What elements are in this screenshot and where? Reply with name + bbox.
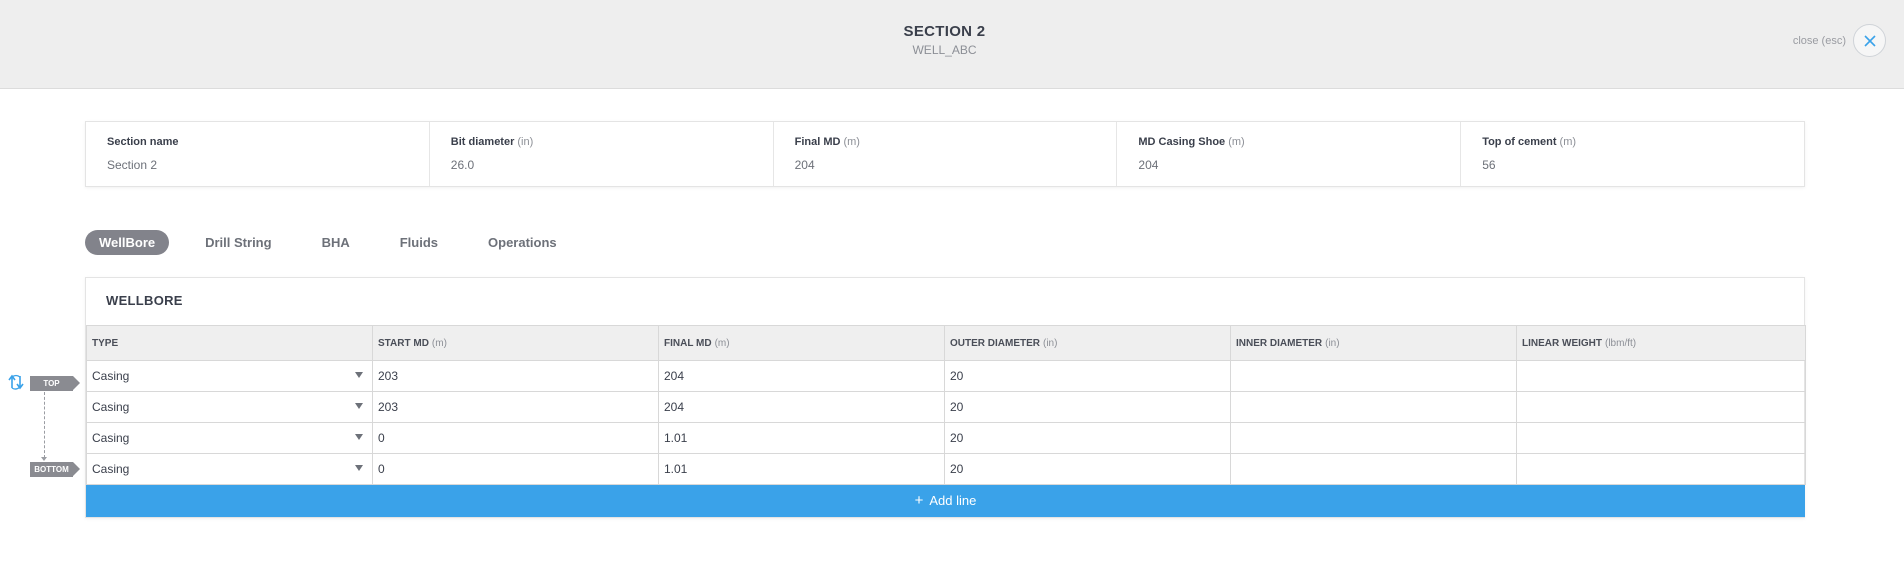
section-summary: Section name Section 2 Bit diameter (in) …	[85, 121, 1805, 187]
dropdown-arrow-icon	[355, 403, 363, 409]
summary-label: Top of cement	[1482, 136, 1557, 148]
summary-md-casing-shoe: MD Casing Shoe (m) 204	[1117, 122, 1462, 186]
summary-unit: (m)	[1228, 136, 1245, 148]
add-line-label: Add line	[929, 493, 977, 508]
linear-weight-cell[interactable]	[1516, 391, 1806, 423]
summary-label: Bit diameter	[450, 136, 515, 148]
summary-value: 56	[1482, 158, 1496, 172]
start-md-cell[interactable]: 0	[372, 453, 659, 485]
close-button[interactable]	[1853, 24, 1886, 57]
summary-label: Section name	[107, 136, 179, 148]
tab-fluids[interactable]: Fluids	[386, 230, 452, 255]
column-header-inner-diameter[interactable]: INNER DIAMETER (in)	[1230, 325, 1517, 361]
inner-diameter-cell[interactable]	[1230, 453, 1517, 485]
outer-diameter-cell[interactable]: 20	[944, 453, 1231, 485]
tab-bha[interactable]: BHA	[308, 230, 364, 255]
dropdown-arrow-icon	[355, 465, 363, 471]
panel-title: WELLBORE	[106, 293, 183, 308]
section-tabs: WellBore Drill String BHA Fluids Operati…	[85, 230, 593, 255]
table-row: Casing 0 1.01 20	[86, 453, 1806, 485]
summary-value: Section 2	[107, 158, 158, 172]
type-select[interactable]: Casing	[86, 453, 373, 485]
dropdown-arrow-icon	[355, 372, 363, 378]
linear-weight-cell[interactable]	[1516, 422, 1806, 454]
summary-unit: (m)	[1559, 136, 1577, 148]
column-header-final-md[interactable]: FINAL MD (m)	[658, 325, 945, 361]
page-title: SECTION 2	[903, 23, 986, 40]
type-select[interactable]: Casing	[86, 422, 373, 454]
tab-drill-string[interactable]: Drill String	[191, 230, 285, 255]
table-row: Casing 203 204 20	[86, 391, 1806, 423]
final-md-cell[interactable]: 204	[658, 360, 945, 392]
tab-wellbore[interactable]: WellBore	[85, 230, 170, 255]
summary-final-md: Final MD (m) 204	[774, 122, 1118, 186]
table-row: Casing 203 204 20	[86, 360, 1806, 392]
outer-diameter-cell[interactable]: 20	[944, 422, 1231, 454]
summary-value: 26.0	[450, 158, 475, 172]
start-md-cell[interactable]: 203	[372, 391, 659, 423]
start-md-cell[interactable]: 0	[372, 422, 659, 454]
inner-diameter-cell[interactable]	[1230, 360, 1517, 392]
inner-diameter-cell[interactable]	[1230, 422, 1517, 454]
summary-bit-diameter: Bit diameter (in) 26.0	[430, 122, 774, 186]
add-line-button[interactable]: + Add line	[86, 485, 1805, 517]
summary-section-name: Section name Section 2	[86, 122, 430, 186]
type-select[interactable]: Casing	[86, 391, 373, 423]
well-subtitle: WELL_ABC	[912, 43, 977, 57]
summary-top-of-cement: Top of cement (m) 56	[1461, 122, 1804, 186]
linear-weight-cell[interactable]	[1516, 453, 1806, 485]
marker-connector	[41, 392, 47, 461]
start-md-cell[interactable]: 203	[372, 360, 659, 392]
type-select[interactable]: Casing	[86, 360, 373, 392]
section-header: SECTION 2 WELL_ABC close (esc)	[0, 0, 1904, 89]
summary-value: 204	[1138, 158, 1159, 172]
final-md-cell[interactable]: 1.01	[658, 422, 945, 454]
column-header-type[interactable]: TYPE	[86, 325, 373, 361]
plus-icon: +	[914, 492, 924, 509]
summary-value: 204	[794, 158, 815, 172]
final-md-cell[interactable]: 1.01	[658, 453, 945, 485]
summary-label: MD Casing Shoe	[1138, 136, 1226, 148]
close-label: close (esc)	[1792, 35, 1846, 47]
dropdown-arrow-icon	[355, 434, 363, 440]
top-marker: TOP	[30, 376, 80, 391]
linear-weight-cell[interactable]	[1516, 360, 1806, 392]
summary-unit: (m)	[843, 136, 860, 148]
outer-diameter-cell[interactable]: 20	[944, 360, 1231, 392]
close-icon	[1864, 35, 1876, 47]
column-header-outer-diameter[interactable]: OUTER DIAMETER (in)	[944, 325, 1231, 361]
column-header-start-md[interactable]: START MD (m)	[372, 325, 659, 361]
outer-diameter-cell[interactable]: 20	[944, 391, 1231, 423]
summary-unit: (in)	[517, 136, 534, 148]
wellbore-panel: WELLBORE TYPE START MD (m) FINAL MD (m) OU…	[85, 277, 1806, 518]
wellbore-table: TYPE START MD (m) FINAL MD (m) OUTER DIAME…	[86, 325, 1806, 485]
table-row: Casing 0 1.01 20	[86, 422, 1806, 454]
inner-diameter-cell[interactable]	[1230, 391, 1517, 423]
table-header-row: TYPE START MD (m) FINAL MD (m) OUTER DIAME…	[86, 325, 1806, 361]
tab-operations[interactable]: Operations	[474, 230, 571, 255]
bottom-marker: BOTTOM	[30, 462, 80, 477]
summary-label: Final MD	[794, 136, 841, 148]
column-header-linear-weight[interactable]: LINEAR WEIGHT (lbm/ft)	[1516, 325, 1806, 361]
swap-order-icon[interactable]	[8, 373, 24, 391]
final-md-cell[interactable]: 204	[658, 391, 945, 423]
